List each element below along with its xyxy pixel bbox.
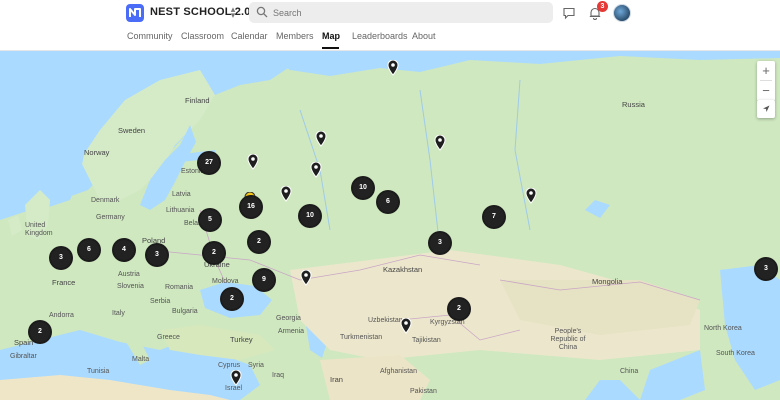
member-pin-icon[interactable] (280, 186, 292, 202)
notification-count-badge: 3 (597, 1, 608, 12)
label-germany: Germany (96, 214, 125, 221)
logo-icon[interactable] (126, 4, 144, 22)
label-norway: Norway (84, 148, 110, 157)
label-israel: Israel (225, 385, 243, 392)
label-latvia: Latvia (172, 191, 191, 198)
label-united-kingdom: United Kingdom (25, 222, 53, 237)
member-cluster[interactable]: 2 (202, 241, 226, 265)
tab-calendar[interactable]: Calendar (231, 31, 268, 41)
label-syria: Syria (248, 362, 264, 369)
member-cluster[interactable]: 5 (198, 208, 222, 232)
member-cluster[interactable]: 16 (239, 195, 263, 219)
member-pin-icon[interactable] (230, 370, 242, 386)
label-mongolia: Mongolia (592, 277, 623, 286)
label-kazakhstan: Kazakhstan (383, 265, 423, 274)
label-romania: Romania (165, 284, 194, 291)
member-cluster[interactable]: 2 (247, 230, 271, 254)
member-pin-icon[interactable] (400, 318, 412, 334)
label-tunisia: Tunisia (87, 368, 110, 375)
label-georgia: Georgia (276, 315, 301, 322)
tab-map[interactable]: Map (322, 31, 340, 41)
member-cluster[interactable]: 10 (351, 176, 375, 200)
user-avatar[interactable] (613, 4, 631, 22)
label-slovenia: Slovenia (117, 283, 144, 290)
label-bulgaria: Bulgaria (172, 308, 198, 315)
member-cluster[interactable]: 9 (252, 268, 276, 292)
member-cluster[interactable]: 2 (220, 287, 244, 311)
label-armenia: Armenia (278, 328, 305, 335)
member-pin-icon[interactable] (315, 131, 327, 147)
label-andorra: Andorra (49, 312, 74, 319)
label-pakistan: Pakistan (410, 388, 437, 395)
label-south-korea: South Korea (716, 350, 755, 357)
member-cluster[interactable]: 27 (197, 151, 221, 175)
member-cluster[interactable]: 3 (428, 231, 452, 255)
member-cluster[interactable]: 4 (112, 238, 136, 262)
search-input[interactable] (273, 2, 543, 23)
member-cluster[interactable]: 10 (298, 204, 322, 228)
label-china: China (620, 368, 639, 375)
member-pin-icon[interactable] (387, 60, 399, 76)
label-russia: Russia (622, 100, 645, 109)
label-iran: Iran (330, 375, 343, 384)
search-bar[interactable] (249, 2, 553, 23)
label-austria: Austria (118, 271, 140, 278)
zoom-controls: + − (757, 61, 775, 101)
tab-leaderboards[interactable]: Leaderboards (352, 31, 408, 41)
zoom-out-button[interactable]: − (757, 81, 775, 100)
member-cluster[interactable]: 2 (447, 297, 471, 321)
label-finland: Finland (185, 96, 210, 105)
member-cluster[interactable]: 3 (49, 246, 73, 270)
member-map[interactable]: Finland Sweden Norway Russia Estonia Lat… (0, 50, 780, 400)
member-cluster[interactable]: 2 (28, 320, 52, 344)
member-pin-icon[interactable] (300, 270, 312, 286)
member-pin-icon[interactable] (525, 188, 537, 204)
search-icon (256, 6, 268, 18)
tab-members[interactable]: Members (276, 31, 314, 41)
member-pin-icon[interactable] (434, 135, 446, 151)
member-cluster[interactable]: 6 (77, 238, 101, 262)
tab-about[interactable]: About (412, 31, 436, 41)
navigation-arrow-icon (763, 105, 770, 112)
label-malta: Malta (132, 356, 150, 363)
label-north-korea: North Korea (704, 325, 742, 332)
locate-me-button[interactable] (757, 100, 775, 118)
member-pin-icon[interactable] (310, 162, 322, 178)
tab-classroom[interactable]: Classroom (181, 31, 224, 41)
label-turkey: Turkey (230, 335, 253, 344)
label-gibraltar: Gibraltar (10, 353, 37, 360)
member-cluster[interactable]: 7 (482, 205, 506, 229)
map-canvas (0, 50, 780, 400)
tab-community[interactable]: Community (127, 31, 173, 41)
label-denmark: Denmark (91, 197, 120, 204)
label-sweden: Sweden (118, 126, 146, 135)
chat-icon[interactable] (562, 6, 576, 20)
label-moldova: Moldova (212, 278, 239, 285)
member-cluster[interactable]: 3 (754, 257, 778, 281)
active-tab-indicator (322, 47, 339, 49)
label-peoples-republic-of-china: People's Republic of China (550, 328, 586, 351)
label-iraq: Iraq (272, 372, 285, 379)
label-serbia: Serbia (150, 298, 171, 305)
member-cluster[interactable]: 6 (376, 190, 400, 214)
label-cyprus: Cyprus (218, 362, 241, 369)
community-switcher-icon[interactable]: ▴ ▾ (228, 5, 238, 20)
label-greece: Greece (157, 334, 180, 341)
top-bar: NEST SCHOOL 2.0 ▴▾ 3 Community Classroom… (0, 0, 780, 51)
label-turkmenistan: Turkmenistan (340, 334, 383, 341)
label-afghanistan: Afghanistan (380, 368, 417, 375)
label-lithuania: Lithuania (166, 207, 195, 214)
label-tajikistan: Tajikistan (412, 337, 441, 344)
label-uzbekistan: Uzbekistan (368, 317, 403, 324)
label-italy: Italy (112, 310, 125, 317)
member-pin-icon[interactable] (247, 154, 259, 170)
zoom-in-button[interactable]: + (757, 61, 775, 80)
member-cluster[interactable]: 3 (145, 243, 169, 267)
label-france: France (52, 278, 76, 287)
